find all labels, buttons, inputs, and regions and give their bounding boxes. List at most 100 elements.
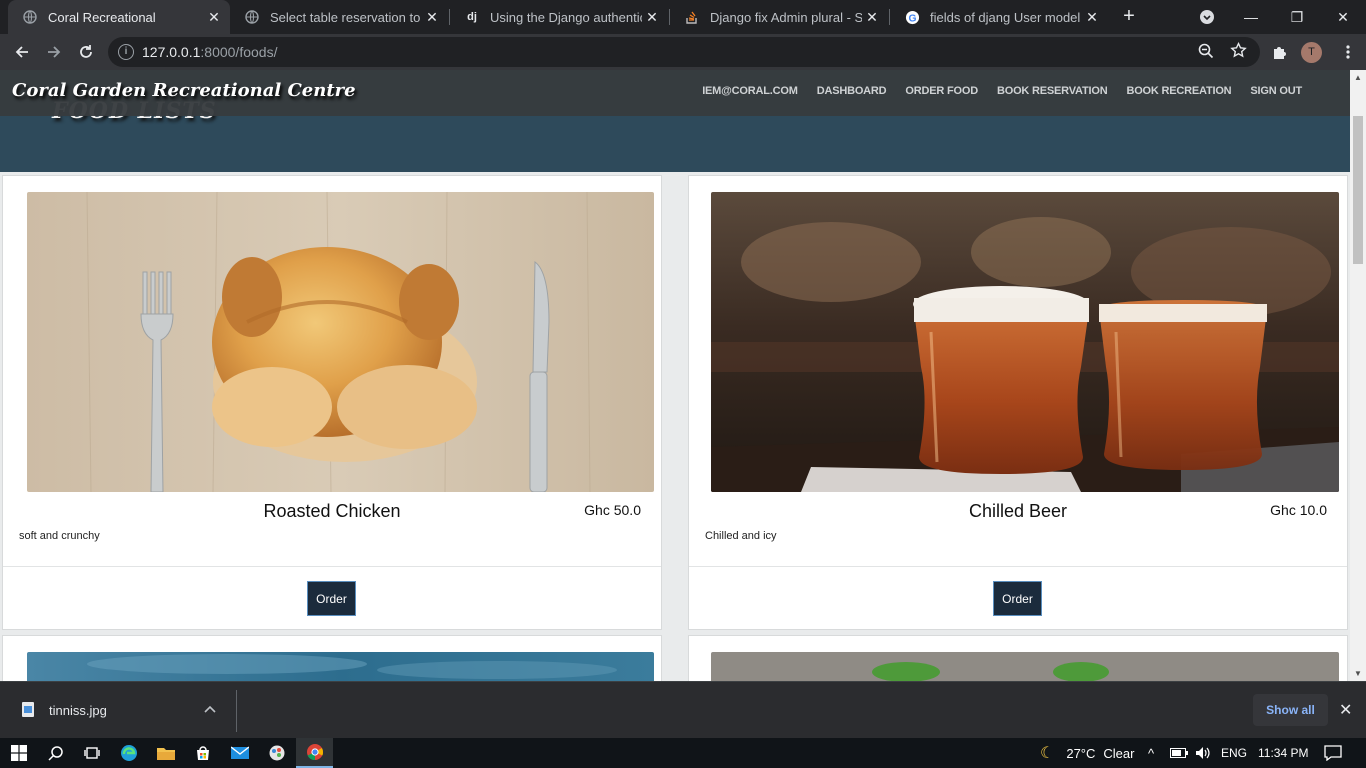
- tab-coral-recreational[interactable]: Coral Recreational ✕: [8, 0, 230, 34]
- scrollbar-thumb[interactable]: [1353, 116, 1363, 264]
- store-icon[interactable]: [184, 738, 221, 768]
- battery-icon[interactable]: [1170, 738, 1188, 768]
- notifications-icon[interactable]: [1324, 738, 1342, 768]
- kebab-menu-icon: [1346, 45, 1350, 59]
- show-hidden-icons-icon[interactable]: ^: [1148, 738, 1154, 768]
- nav-links: IEM@CORAL.COM DASHBOARD ORDER FOOD BOOK …: [702, 85, 1302, 97]
- browser-tab-strip: Coral Recreational ✕ Select table reserv…: [0, 0, 1366, 34]
- chrome-taskbar-icon[interactable]: [296, 738, 333, 768]
- site-brand[interactable]: Coral Garden Recreational Centre: [12, 80, 356, 101]
- download-filename[interactable]: tinniss.jpg: [49, 703, 107, 718]
- tab-title: Coral Recreational: [48, 9, 156, 25]
- tab-title: Select table reservation to ch: [270, 9, 422, 25]
- close-tab-icon[interactable]: ✕: [642, 9, 662, 26]
- django-icon: dj: [467, 11, 477, 23]
- browser-menu-button[interactable]: [1334, 38, 1362, 66]
- windows-taskbar: ☾ 27°C Clear ^ ENG 11:34 PM: [0, 738, 1366, 768]
- search-icon[interactable]: [37, 738, 74, 768]
- chevron-down-icon: [1200, 10, 1214, 24]
- profile-avatar[interactable]: T: [1301, 42, 1322, 63]
- tab-title: fields of djang User model - (: [930, 9, 1082, 25]
- food-image-roasted-chicken: [27, 192, 654, 492]
- page-scrollbar[interactable]: ▲ ▼: [1350, 70, 1366, 681]
- nav-link-dashboard[interactable]: DASHBOARD: [817, 85, 887, 97]
- show-all-downloads-button[interactable]: Show all: [1253, 694, 1328, 726]
- google-icon: G: [904, 9, 920, 25]
- reload-button[interactable]: [72, 38, 100, 66]
- nav-link-book-recreation[interactable]: BOOK RECREATION: [1126, 85, 1231, 97]
- bookmark-star-icon[interactable]: [1230, 41, 1247, 64]
- task-view-icon[interactable]: [73, 738, 110, 768]
- site-info-icon[interactable]: i: [118, 44, 134, 60]
- moon-icon: ☾: [1040, 745, 1055, 762]
- windows-start-icon[interactable]: [0, 738, 37, 768]
- mail-icon[interactable]: [221, 738, 258, 768]
- browser-toolbar: i 127.0.0.1:8000/foods/ T: [0, 34, 1366, 70]
- scroll-up-arrow-icon[interactable]: ▲: [1354, 73, 1362, 82]
- minimize-button[interactable]: —: [1228, 0, 1274, 34]
- order-button[interactable]: Order: [307, 581, 356, 616]
- arrow-left-icon: [15, 46, 28, 58]
- food-card: [2, 635, 662, 681]
- food-price: Ghc 10.0: [1270, 502, 1327, 518]
- food-image-chilled-beer: [711, 192, 1339, 492]
- url-host: 127.0.0.1: [142, 44, 201, 60]
- restore-button[interactable]: ❐: [1274, 0, 1320, 34]
- extensions-button[interactable]: [1266, 38, 1294, 66]
- edge-browser-icon[interactable]: [110, 738, 147, 768]
- close-tab-icon[interactable]: ✕: [204, 9, 224, 26]
- tab-search-button[interactable]: [1184, 0, 1230, 34]
- scroll-down-arrow-icon[interactable]: ▼: [1354, 669, 1362, 678]
- forward-button[interactable]: [40, 38, 68, 66]
- food-price: Ghc 50.0: [584, 502, 641, 518]
- globe-icon: [244, 9, 260, 25]
- address-bar[interactable]: i 127.0.0.1:8000/foods/: [108, 37, 1260, 67]
- food-name: Roasted Chicken: [263, 501, 401, 521]
- chevron-up-icon[interactable]: [204, 700, 216, 716]
- food-description: soft and crunchy: [19, 530, 100, 542]
- file-explorer-icon[interactable]: [147, 738, 184, 768]
- food-name: Chilled Beer: [968, 501, 1068, 521]
- food-image: [27, 652, 654, 681]
- food-card: [688, 635, 1348, 681]
- food-card: Chilled Beer Ghc 10.0 Chilled and icy Or…: [688, 175, 1348, 630]
- url-text: 127.0.0.1:8000/foods/: [142, 44, 277, 60]
- url-path: :8000/foods/: [200, 44, 278, 60]
- nav-link-book-reservation[interactable]: BOOK RESERVATION: [997, 85, 1108, 97]
- close-shelf-icon[interactable]: ✕: [1339, 700, 1352, 720]
- arrow-right-icon: [48, 46, 61, 58]
- photos-app-icon[interactable]: [258, 738, 295, 768]
- tab-django-user-model[interactable]: G fields of djang User model - ( ✕: [890, 0, 1108, 34]
- food-card: Roasted Chicken Ghc 50.0 soft and crunch…: [2, 175, 662, 630]
- site-navbar: Coral Garden Recreational Centre IEM@COR…: [0, 70, 1350, 116]
- tab-django-authentication[interactable]: dj Using the Django authenticat ✕: [450, 0, 668, 34]
- nav-link-user-email[interactable]: IEM@CORAL.COM: [702, 85, 798, 97]
- clock[interactable]: 11:34 PM: [1258, 738, 1308, 768]
- nav-link-order-food[interactable]: ORDER FOOD: [905, 85, 978, 97]
- download-shelf: tinniss.jpg Show all ✕: [0, 681, 1366, 738]
- order-button[interactable]: Order: [993, 581, 1042, 616]
- food-image: [711, 652, 1339, 681]
- puzzle-icon: [1274, 47, 1286, 59]
- new-tab-button[interactable]: +: [1118, 5, 1140, 27]
- volume-icon[interactable]: [1195, 738, 1211, 768]
- weather-widget[interactable]: ☾ 27°C Clear: [1040, 738, 1134, 768]
- zoom-icon[interactable]: [1198, 43, 1214, 64]
- page-viewport: FOOD LISTS Coral Garden Recreational Cen…: [0, 70, 1366, 681]
- language-indicator[interactable]: ENG: [1221, 738, 1247, 768]
- tab-django-admin-plural[interactable]: Django fix Admin plural - Sta ✕: [670, 0, 888, 34]
- svg-text:G: G: [908, 13, 916, 24]
- close-tab-icon[interactable]: ✕: [422, 9, 442, 26]
- back-button[interactable]: [8, 38, 36, 66]
- close-tab-icon[interactable]: ✕: [862, 9, 882, 26]
- image-file-icon: [22, 702, 34, 717]
- close-tab-icon[interactable]: ✕: [1082, 9, 1102, 26]
- nav-link-sign-out[interactable]: SIGN OUT: [1250, 85, 1302, 97]
- tab-title: Using the Django authenticat: [490, 9, 642, 25]
- close-window-button[interactable]: ✕: [1320, 0, 1366, 34]
- weather-text: Clear: [1103, 745, 1135, 761]
- tab-select-table-reservation[interactable]: Select table reservation to ch ✕: [230, 0, 448, 34]
- card-divider: [689, 566, 1347, 567]
- temperature-text: 27°C: [1066, 745, 1096, 761]
- food-description: Chilled and icy: [705, 530, 777, 542]
